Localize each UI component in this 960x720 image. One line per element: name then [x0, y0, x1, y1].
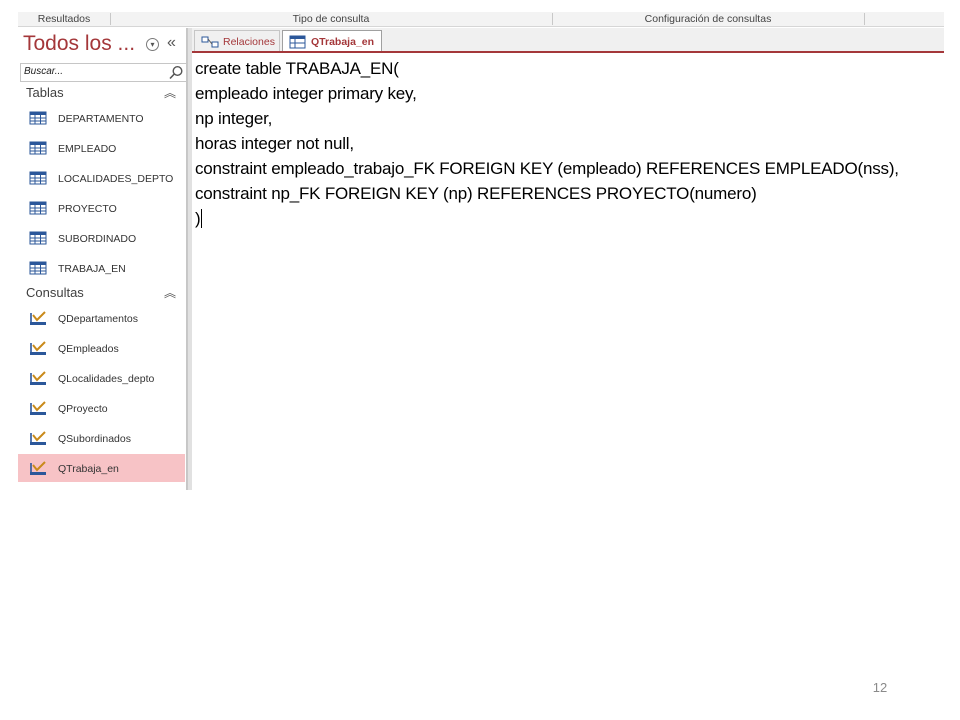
collapse-pane-icon[interactable]: « — [167, 34, 176, 52]
table-icon — [29, 111, 47, 125]
query-icon — [30, 371, 46, 385]
query-icon — [30, 341, 46, 355]
nav-item-label: EMPLEADO — [58, 143, 117, 155]
code-line: constraint np_FK FOREIGN KEY (np) REFERE… — [195, 184, 757, 203]
code-line: constraint empleado_trabajo_FK FOREIGN K… — [195, 159, 899, 178]
nav-item-query-qsubordinados[interactable]: QSubordinados — [18, 424, 185, 452]
group-header-consultas[interactable]: Consultas ︽ — [18, 283, 186, 303]
nav-item-table-subordinado[interactable]: SUBORDINADO — [18, 224, 185, 252]
tab-qtrabaja-en[interactable]: QTrabaja_en — [282, 30, 382, 53]
code-line: np integer, — [195, 109, 273, 128]
nav-item-label: QLocalidades_depto — [58, 373, 155, 385]
tab-label: Relaciones — [223, 36, 275, 48]
code-line: horas integer not null, — [195, 134, 354, 153]
nav-item-table-trabaja-en[interactable]: TRABAJA_EN — [18, 254, 185, 282]
nav-item-label: LOCALIDADES_DEPTO — [58, 173, 174, 185]
nav-item-label: QTrabaja_en — [58, 463, 119, 475]
nav-item-label: SUBORDINADO — [58, 233, 137, 245]
group-label: Tablas — [26, 85, 64, 100]
nav-item-label: TRABAJA_EN — [58, 263, 126, 275]
nav-item-label: DEPARTAMENTO — [58, 113, 144, 125]
nav-item-label: PROYECTO — [58, 203, 117, 215]
table-icon — [29, 171, 47, 185]
query-icon — [30, 311, 46, 325]
table-icon — [29, 141, 47, 155]
code-line: create table TRABAJA_EN( — [195, 59, 399, 78]
table-icon — [29, 231, 47, 245]
table-icon — [29, 201, 47, 215]
group-header-tablas[interactable]: Tablas ︽ — [18, 83, 186, 103]
query-icon — [30, 431, 46, 445]
sql-query-icon — [289, 35, 306, 49]
nav-menu-dropdown-icon[interactable]: ▾ — [146, 38, 159, 51]
ribbon-separator — [864, 13, 865, 25]
group-label: Consultas — [26, 285, 84, 300]
search-icon[interactable] — [168, 65, 184, 80]
nav-item-query-qproyecto[interactable]: QProyecto — [18, 394, 185, 422]
document-tab-bar: Relaciones QTrabaja_en — [192, 28, 944, 53]
table-icon — [29, 261, 47, 275]
query-icon — [30, 401, 46, 415]
slide-page-number: 12 — [872, 680, 888, 695]
nav-item-label: QEmpleados — [58, 343, 119, 355]
ribbon-group-tipo-consulta: Tipo de consulta — [292, 13, 370, 25]
code-text: ) — [195, 209, 201, 228]
nav-item-label: QDepartamentos — [58, 313, 138, 325]
collapse-group-icon[interactable]: ︽ — [164, 284, 176, 301]
text-caret — [201, 209, 203, 228]
ribbon-group-bar: Resultados Tipo de consulta Configuració… — [18, 12, 944, 27]
nav-item-table-proyecto[interactable]: PROYECTO — [18, 194, 185, 222]
query-icon — [30, 461, 46, 475]
collapse-group-icon[interactable]: ︽ — [164, 84, 176, 101]
tab-label: QTrabaja_en — [311, 36, 375, 48]
ribbon-group-configuracion: Configuración de consultas — [644, 13, 772, 25]
nav-item-query-qdepartamentos[interactable]: QDepartamentos — [18, 304, 185, 332]
relationships-icon — [201, 36, 219, 48]
search-input[interactable]: Buscar... — [24, 66, 63, 77]
nav-item-table-empleado[interactable]: EMPLEADO — [18, 134, 185, 162]
navigation-pane: Todos los ... ▾ « Buscar... Tablas ︽ DEP… — [18, 28, 187, 490]
search-box[interactable]: Buscar... — [20, 63, 187, 82]
nav-item-label: QProyecto — [58, 403, 108, 415]
code-line: empleado integer primary key, — [195, 84, 417, 103]
nav-item-label: QSubordinados — [58, 433, 131, 445]
sql-editor[interactable]: create table TRABAJA_EN( empleado intege… — [192, 53, 944, 490]
nav-pane-title[interactable]: Todos los ... — [23, 32, 135, 56]
nav-item-query-qlocalidades-depto[interactable]: QLocalidades_depto — [18, 364, 185, 392]
ribbon-group-resultados: Resultados — [37, 13, 91, 25]
nav-item-query-qtrabaja-en[interactable]: QTrabaja_en — [18, 454, 185, 482]
nav-item-table-localidades-depto[interactable]: LOCALIDADES_DEPTO — [18, 164, 185, 192]
tab-relaciones[interactable]: Relaciones — [194, 30, 280, 53]
nav-item-query-qempleados[interactable]: QEmpleados — [18, 334, 185, 362]
code-line-last: ) — [195, 209, 203, 229]
nav-item-table-departamento[interactable]: DEPARTAMENTO — [18, 104, 185, 132]
